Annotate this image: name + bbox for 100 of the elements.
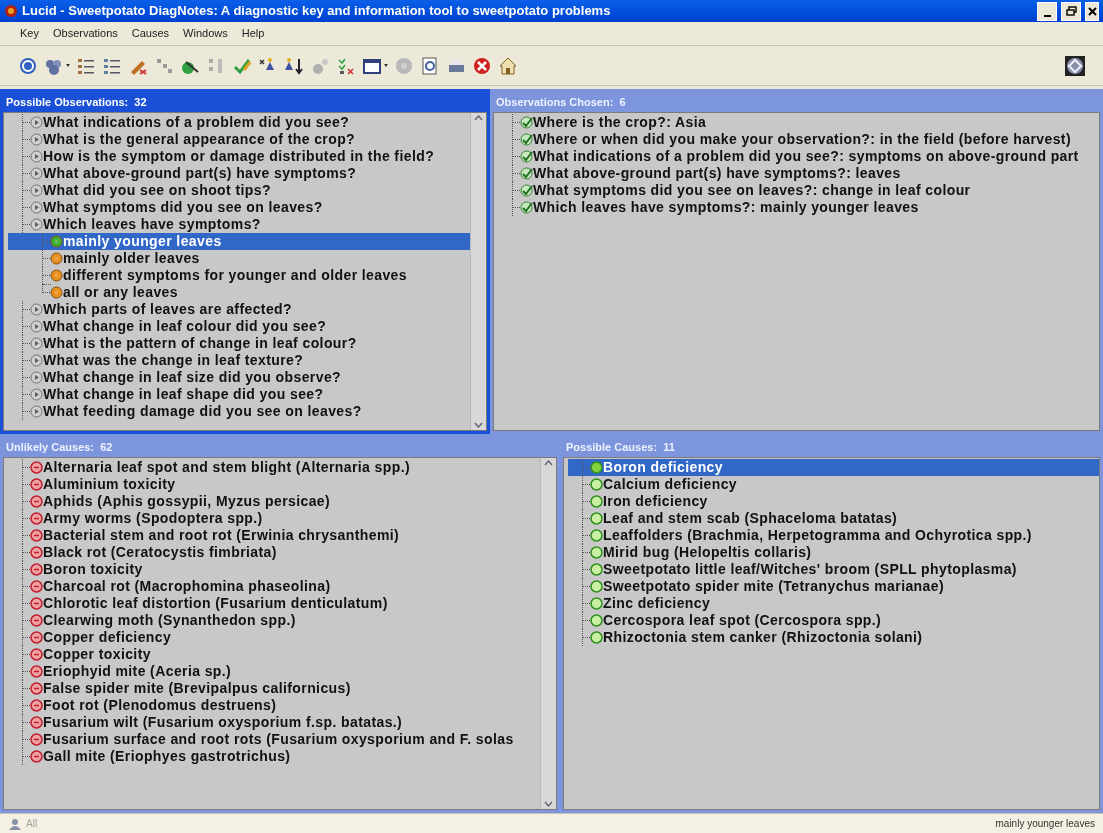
minimize-button[interactable] [1037, 1, 1057, 21]
tree-item[interactable]: mainly older leaves [63, 250, 204, 267]
caret-icon[interactable] [66, 64, 70, 67]
tree-item[interactable]: Iron deficiency [603, 493, 712, 510]
menu-item[interactable]: Windows [183, 25, 228, 42]
close-icon [1087, 6, 1097, 16]
tree-item[interactable]: Copper deficiency [43, 629, 176, 646]
stop-icon[interactable] [472, 55, 492, 76]
scroll-up-icon[interactable] [474, 115, 483, 121]
tree-item[interactable]: Rhizoctonia stem canker (Rhizoctonia solani) [603, 629, 927, 646]
dot-icon [50, 235, 63, 248]
tree-item[interactable]: Foot rot (Plenodomus destruens) [43, 697, 281, 714]
sort-icon[interactable] [284, 55, 304, 76]
tree-item[interactable]: Clearwing moth (Synanthedon spp.) [43, 612, 300, 629]
tree-item[interactable]: Gall mite (Eriophyes gastrotrichus) [43, 748, 295, 765]
tree-item[interactable]: Army worms (Spodoptera spp.) [43, 510, 267, 527]
tree-item[interactable]: Calcium deficiency [603, 476, 742, 493]
tree-item[interactable]: Which leaves have symptoms?: mainly younger leaves [533, 199, 923, 216]
tree-item[interactable]: Fusarium surface and root rots (Fusarium oxysporium and F. solas [43, 731, 518, 748]
refresh-icon[interactable] [18, 55, 38, 76]
status-text: All [26, 817, 38, 831]
preview-icon[interactable] [420, 55, 440, 76]
caret-icon[interactable] [384, 64, 388, 67]
tree-item[interactable]: all or any leaves [63, 284, 182, 301]
tree-item[interactable]: What is the general appearance of the crop? [43, 131, 360, 148]
panel-title: Possible Observations: 32 [5, 94, 148, 110]
tree-item[interactable]: What is the pattern of change in leaf colour? [43, 335, 361, 352]
tree-item[interactable]: Aphids (Aphis gossypii, Myzus persicae) [43, 493, 335, 510]
circle-icon [590, 529, 603, 542]
tree-item[interactable]: What change in leaf colour did you see? [43, 318, 331, 335]
circle-icon [590, 512, 603, 525]
menu-item[interactable]: Observations [52, 25, 118, 42]
tree-item[interactable]: What was the change in leaf texture? [43, 352, 308, 369]
cross-icon [30, 631, 43, 644]
tree-item[interactable]: Charcoal rot (Macrophomina phaseolina) [43, 578, 335, 595]
home-icon[interactable] [498, 55, 518, 76]
tree-item[interactable]: Eriophyid mite (Aceria sp.) [43, 663, 236, 680]
tree-item[interactable]: What did you see on shoot tips? [43, 182, 275, 199]
cross-icon [30, 597, 43, 610]
tree-item[interactable]: What feeding damage did you see on leaves? [43, 403, 366, 420]
tree-item[interactable]: Aluminium toxicity [43, 476, 180, 493]
scroll-down-icon[interactable] [474, 422, 483, 428]
tree-item[interactable]: Sweetpotato little leaf/Witches' broom (SPLL phytoplasma) [603, 561, 1021, 578]
cross-icon [30, 495, 43, 508]
tree-item[interactable]: What change in leaf shape did you see? [43, 386, 328, 403]
tree-item[interactable]: False spider mite (Brevipalpus californicus) [43, 680, 355, 697]
tree-item[interactable]: What symptoms did you see on leaves?: change in leaf colour [533, 182, 975, 199]
restore-button[interactable] [1061, 1, 1081, 21]
tree-item[interactable]: What indications of a problem did you see? [43, 114, 354, 131]
cross-icon [30, 682, 43, 695]
window-title: Lucid - Sweetpotato DiagNotes: A diagnostic key and information tool to sweetpotato problems [22, 2, 611, 21]
circle-icon [590, 546, 603, 559]
cross-icon [30, 461, 43, 474]
people-icon [8, 817, 22, 830]
tree-item[interactable]: What change in leaf size did you observe? [43, 369, 345, 386]
tree-item[interactable]: Black rot (Ceratocystis fimbriata) [43, 544, 281, 561]
cross-icon [30, 546, 43, 559]
scrollbar[interactable] [540, 458, 556, 809]
tree-item[interactable]: Leaf and stem scab (Sphaceloma batatas) [603, 510, 902, 527]
scrollbar[interactable] [470, 113, 486, 430]
tree-item[interactable]: Cercospora leaf spot (Cercospora spp.) [603, 612, 886, 629]
tree-item[interactable]: What symptoms did you see on leaves? [43, 199, 327, 216]
cross-icon [30, 512, 43, 525]
tree-item[interactable]: What above-ground part(s) have symptoms?: leaves [533, 165, 905, 182]
scroll-down-icon[interactable] [544, 801, 553, 807]
tree-item[interactable]: Where is the crop?: Asia [533, 114, 711, 131]
status-text: mainly younger leaves [995, 817, 1095, 831]
cross-icon [30, 478, 43, 491]
dot-icon [50, 269, 63, 282]
tree-item[interactable]: Sweetpotato spider mite (Tetranychus marianae) [603, 578, 948, 595]
tree-item[interactable]: Zinc deficiency [603, 595, 715, 612]
panel-title: Unlikely Causes: 62 [5, 439, 114, 455]
restore-icon [1065, 6, 1077, 16]
tree-item[interactable]: What indications of a problem did you see?: symptoms on above-ground part [533, 148, 1083, 165]
cross-icon [30, 699, 43, 712]
menu-item[interactable]: Causes [131, 25, 170, 42]
cross-icon [30, 648, 43, 661]
tree-item[interactable]: Which leaves have symptoms? [43, 216, 265, 233]
tree-item[interactable]: Leaffolders (Brachmia, Herpetogramma and Ochyrotica spp.) [603, 527, 1036, 544]
circle-icon [590, 580, 603, 593]
tree-item[interactable]: Where or when did you make your observation?: in the field (before harvest) [533, 131, 1075, 148]
logo-icon[interactable] [1065, 55, 1085, 76]
scroll-up-icon[interactable] [544, 460, 553, 466]
tree-item[interactable]: Copper toxicity [43, 646, 155, 663]
tree-item[interactable]: different symptoms for younger and older leaves [63, 267, 411, 284]
tree-item[interactable]: Chlorotic leaf distortion (Fusarium denticulatum) [43, 595, 392, 612]
menu-item[interactable]: Help [241, 25, 265, 42]
circle-icon [590, 631, 603, 644]
tree-item[interactable]: Bacterial stem and root rot (Erwinia chrysanthemi) [43, 527, 404, 544]
tree-item[interactable]: Alternaria leaf spot and stem blight (Alternaria spp.) [43, 459, 414, 476]
tree-item[interactable]: What above-ground part(s) have symptoms? [43, 165, 361, 182]
tree-item[interactable]: How is the symptom or damage distributed in the field? [43, 148, 439, 165]
circle-icon [590, 461, 603, 474]
tree-item[interactable]: Boron toxicity [43, 561, 147, 578]
tree-item[interactable]: Mirid bug (Helopeltis collaris) [603, 544, 816, 561]
cross-icon [30, 580, 43, 593]
close-button[interactable] [1085, 1, 1099, 21]
tree-item[interactable]: Fusarium wilt (Fusarium oxysporium f.sp. batatas.) [43, 714, 407, 731]
menu-item[interactable]: Key [20, 25, 39, 42]
tree-item[interactable]: Which parts of leaves are affected? [43, 301, 296, 318]
